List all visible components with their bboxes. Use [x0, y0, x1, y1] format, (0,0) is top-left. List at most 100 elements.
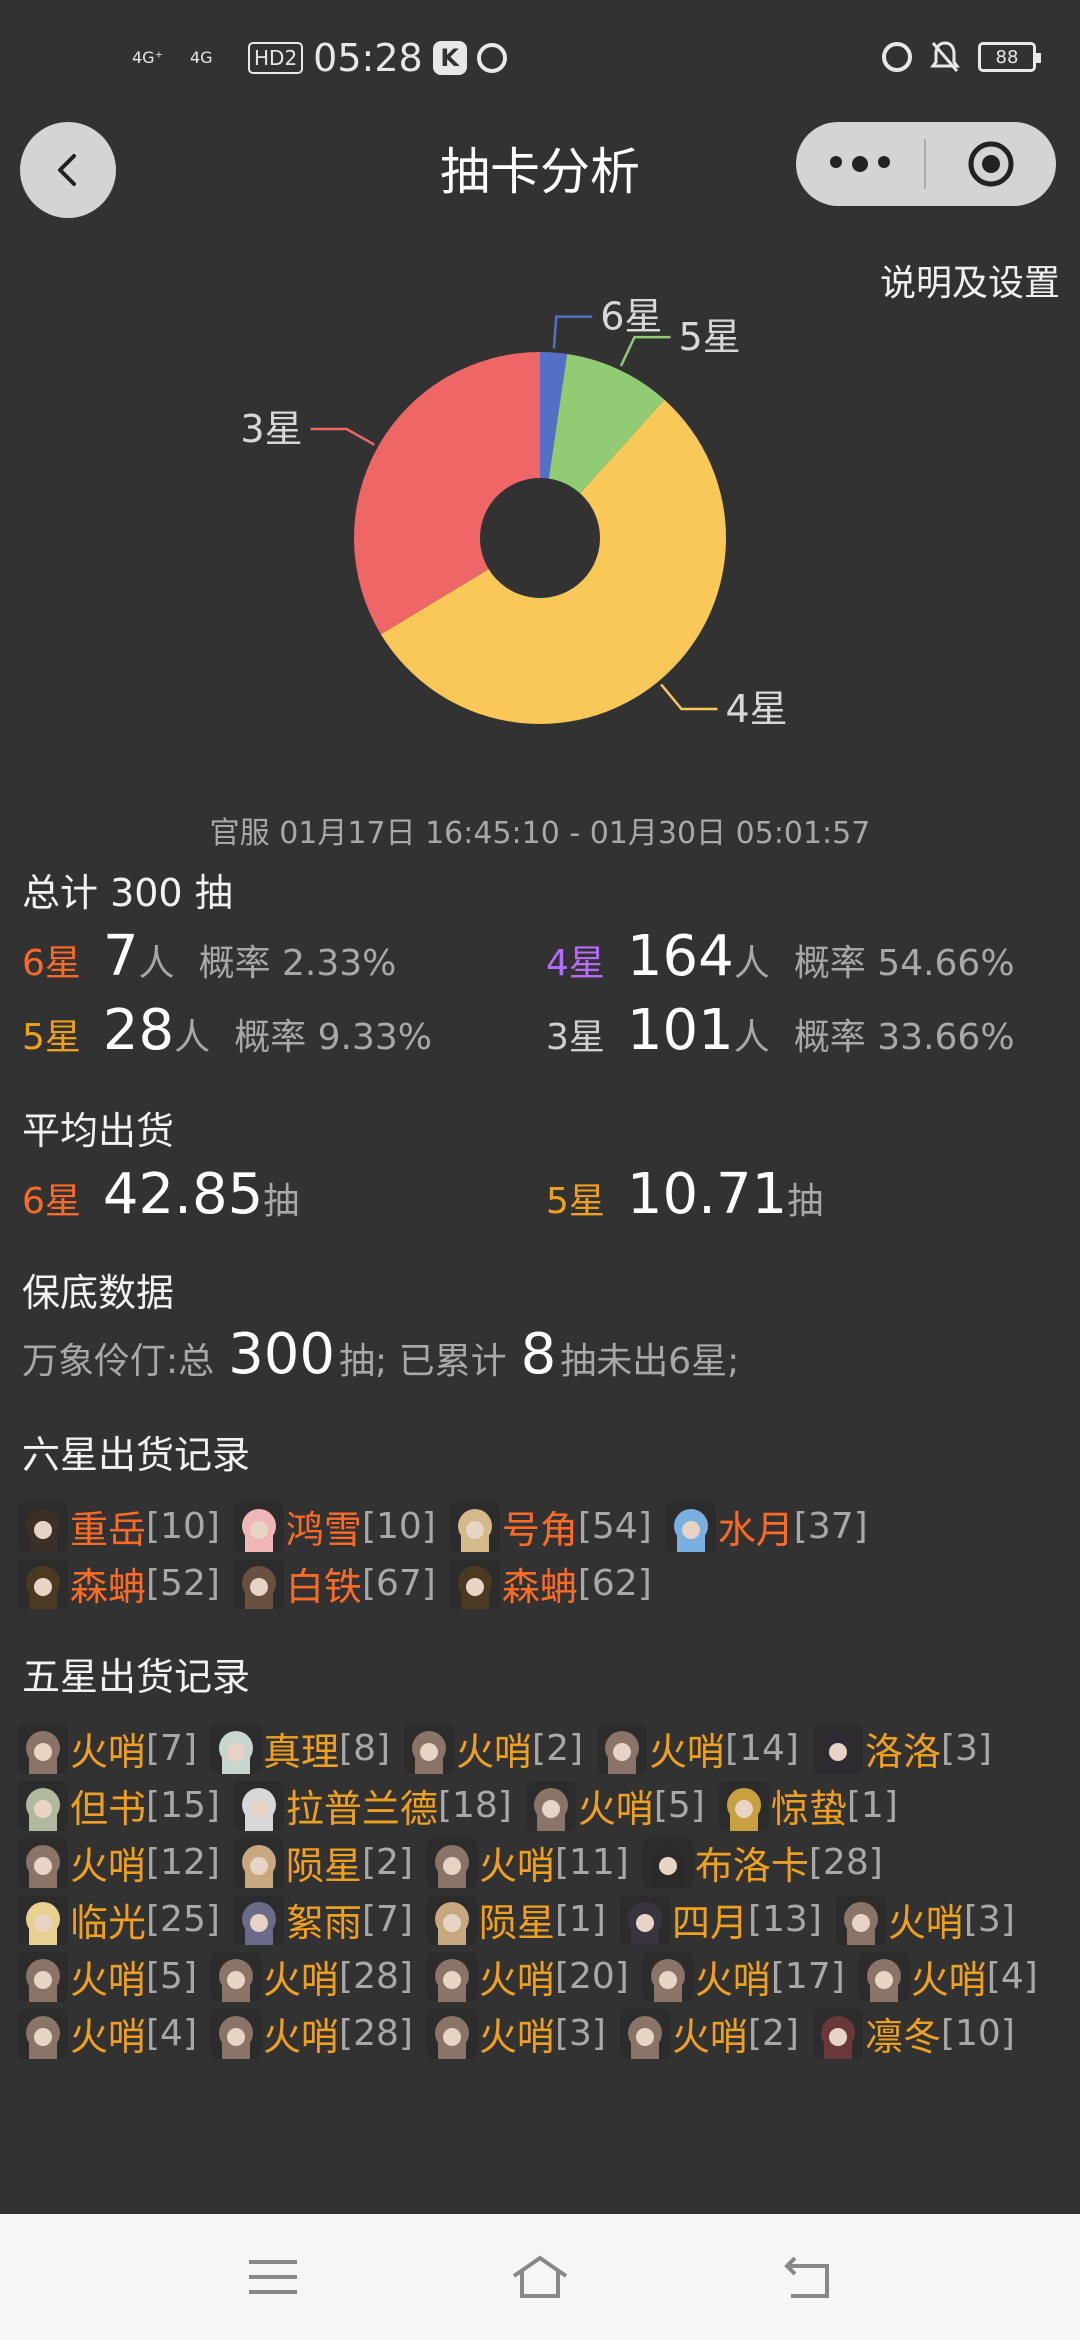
pull-count: [10]	[146, 1506, 220, 1547]
pull-count: [2]	[532, 1728, 584, 1769]
avatar	[426, 1837, 477, 1888]
avatar	[426, 2008, 477, 2059]
record-item: 白铁 [67]	[233, 1555, 436, 1612]
status-bar: 4G⁺ 4G HD2 05:28 K 88	[0, 0, 1080, 120]
record-item: 火哨 [2]	[619, 2005, 799, 2062]
unit-label: 抽	[263, 1181, 300, 1222]
operator-name: 火哨	[671, 2015, 748, 2059]
home-icon[interactable]	[510, 2252, 570, 2302]
avatar	[233, 1558, 284, 1609]
menu-icon[interactable]	[243, 2252, 303, 2302]
record-item: 火哨 [3]	[835, 1891, 1015, 1948]
pity-suffix-text: 抽未出6星;	[560, 1341, 740, 1382]
five-star-summary: 5星 28 人 概率 9.33%	[22, 998, 432, 1063]
probability-text: 概率 33.66%	[793, 1017, 1015, 1058]
avatar	[835, 1894, 886, 1945]
operator-name: 号角	[501, 1508, 578, 1552]
record-item: 但书 [15]	[18, 1777, 220, 1834]
pull-count: [2]	[361, 1842, 413, 1883]
slice-label-0: 6星	[600, 295, 662, 339]
record-item: 凛冬 [10]	[812, 2005, 1015, 2062]
pull-count: [8]	[339, 1728, 391, 1769]
operator-name: 火哨	[70, 1844, 147, 1888]
star-label: 6星	[22, 1181, 81, 1222]
count-value: 101	[626, 998, 734, 1063]
avatar	[18, 2008, 68, 2059]
six-star-records-title: 六星出货记录	[22, 1433, 251, 1477]
avatar	[642, 1951, 693, 2002]
star-label: 3星	[546, 1017, 605, 1058]
operator-name: 火哨	[694, 1958, 771, 2002]
operator-name: 火哨	[70, 1958, 147, 2002]
pull-count: [14]	[725, 1728, 799, 1769]
operator-name: 但书	[70, 1787, 147, 1831]
operator-name: 临光	[70, 1901, 147, 1945]
pity-total-value: 300	[228, 1322, 336, 1387]
close-button[interactable]	[926, 139, 1056, 189]
dot-icon	[830, 156, 842, 168]
status-time: 05:28	[313, 36, 423, 80]
avatar	[597, 1723, 648, 1774]
pull-count: [3]	[940, 1728, 992, 1769]
operator-name: 惊蛰	[770, 1787, 847, 1831]
bell-off-icon	[930, 41, 960, 72]
avatar	[18, 1837, 68, 1888]
pity-accum-value: 8	[520, 1322, 557, 1387]
avatar	[642, 1837, 693, 1888]
probability-text: 概率 2.33%	[198, 943, 397, 984]
record-item: 火哨 [5]	[18, 1948, 197, 2005]
pull-count: [7]	[361, 1899, 413, 1940]
operator-name: 鸿雪	[285, 1508, 362, 1552]
avatar	[619, 2008, 670, 2059]
pity-pool-label: 万象伶仃:总	[22, 1341, 215, 1382]
back-icon[interactable]	[777, 2252, 837, 2302]
pull-count: [54]	[577, 1506, 652, 1547]
record-item: 火哨 [17]	[642, 1948, 845, 2005]
six-star-average: 6星 42.85 抽	[22, 1162, 299, 1227]
avatar	[211, 1951, 262, 2002]
operator-name: 陨星	[285, 1844, 362, 1888]
signal-icon-2: 4G	[190, 48, 213, 67]
pity-mid-text: 抽; 已累计	[339, 1341, 507, 1382]
avatar	[18, 1723, 68, 1774]
record-item: 四月 [13]	[619, 1891, 822, 1948]
record-item: 惊蛰 [1]	[718, 1777, 898, 1834]
six-star-summary: 6星 7 人 概率 2.33%	[22, 924, 396, 989]
operator-name: 真理	[263, 1730, 340, 1774]
avatar	[233, 1501, 284, 1552]
avatar	[525, 1780, 576, 1831]
record-item: 火哨 [28]	[211, 2005, 413, 2062]
pull-count: [3]	[963, 1899, 1015, 1940]
target-icon	[968, 141, 1014, 187]
notification-icon	[476, 43, 507, 73]
record-item: 陨星 [1]	[426, 1891, 606, 1948]
slice-label-2: 4星	[726, 687, 788, 731]
avatar	[449, 1501, 500, 1552]
total-title: 总计 300 抽	[22, 871, 233, 915]
record-item: 真理 [8]	[211, 1720, 390, 1777]
unit-label: 抽	[787, 1181, 824, 1222]
operator-name: 拉普兰德	[285, 1787, 438, 1831]
record-item: 重岳 [10]	[18, 1498, 220, 1555]
mini-program-capsule	[796, 122, 1056, 206]
operator-name: 洛洛	[864, 1730, 941, 1774]
record-item: 火哨 [5]	[525, 1777, 705, 1834]
battery-icon: 88	[978, 42, 1041, 72]
record-item: 火哨 [4]	[858, 1948, 1038, 2005]
record-item: 洛洛 [3]	[812, 1720, 992, 1777]
pull-count: [28]	[808, 1842, 883, 1883]
avatar	[18, 1501, 68, 1552]
more-button[interactable]	[796, 156, 924, 172]
operator-name: 火哨	[910, 1958, 987, 2002]
operator-name: 森蚺	[501, 1565, 578, 1609]
leader-line-2	[660, 683, 718, 711]
count-value: 28	[102, 998, 175, 1063]
probability-text: 概率 9.33%	[234, 1017, 432, 1058]
avatar	[858, 1951, 909, 2002]
leader-line-0	[552, 315, 593, 349]
operator-name: 火哨	[263, 2015, 340, 2059]
pull-count: [15]	[146, 1785, 220, 1826]
pull-count: [5]	[146, 1956, 198, 1997]
operator-name: 森蚺	[70, 1565, 147, 1609]
leader-line-3	[310, 427, 376, 446]
